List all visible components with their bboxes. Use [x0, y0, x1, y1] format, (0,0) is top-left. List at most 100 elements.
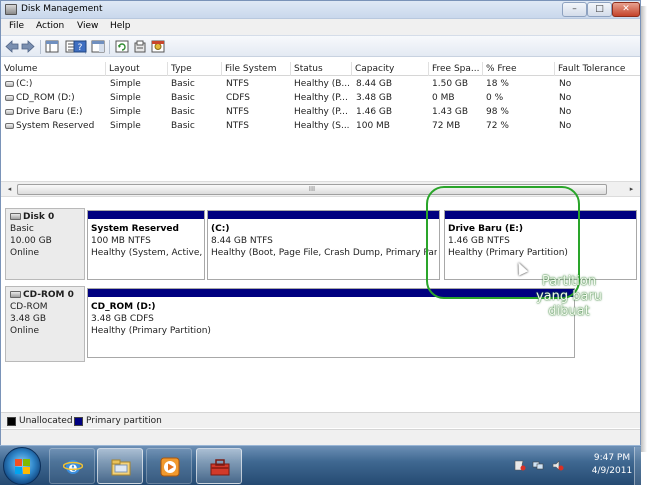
primary-partition-swatch	[74, 417, 83, 426]
column-header-file-system[interactable]: File System	[221, 62, 290, 76]
menu-action[interactable]: Action	[36, 21, 64, 31]
action-center-icon[interactable]	[514, 460, 526, 471]
console-tree-icon[interactable]	[45, 40, 59, 53]
status-cell: Healthy (B...	[294, 79, 350, 89]
type-cell: Basic	[171, 121, 195, 131]
window-title: Disk Management	[21, 4, 103, 14]
partition-info: CD_ROM (D:) 3.48 GB CDFS Healthy (Primar…	[91, 301, 572, 337]
internet-explorer-icon: e	[62, 457, 84, 477]
cd-rom-icon	[10, 291, 21, 298]
volume-cell: CD_ROM (D:)	[5, 91, 75, 105]
system-tray	[510, 452, 580, 480]
type-cell: Basic	[171, 79, 195, 89]
menu-help[interactable]: Help	[110, 21, 131, 31]
media-player-icon	[160, 457, 180, 477]
status-cell: Healthy (P...	[294, 107, 348, 117]
partition-c[interactable]: (C:) 8.44 GB NTFS Healthy (Boot, Page Fi…	[207, 210, 440, 280]
volume-name: (C:)	[16, 79, 33, 89]
partition-status: Healthy (System, Active, P	[91, 248, 202, 258]
scroll-left-arrow[interactable]: ◂	[3, 183, 16, 196]
forward-arrow-icon[interactable]	[21, 40, 35, 53]
column-header-fault-tolerance[interactable]: Fault Tolerance	[554, 62, 640, 76]
volume-cell: Drive Baru (E:)	[5, 105, 83, 119]
cd-drive-icon	[5, 94, 14, 101]
drive-icon	[5, 122, 14, 129]
capacity-cell: 100 MB	[356, 121, 390, 131]
legend-unallocated: Unallocated	[19, 416, 73, 426]
scroll-right-arrow[interactable]: ▸	[625, 183, 638, 196]
table-row[interactable]: (C:) Simple Basic NTFS Healthy (B... 8.4…	[1, 77, 640, 91]
back-arrow-icon[interactable]	[5, 40, 19, 53]
partition-size-fs: 100 MB NTFS	[91, 236, 151, 246]
clock-time: 9:47 PM	[593, 453, 631, 463]
column-header-volume[interactable]: Volume	[1, 62, 105, 76]
free-space-cell: 1.50 GB	[432, 79, 469, 89]
help-icon[interactable]: ?	[73, 40, 87, 53]
unallocated-swatch	[7, 417, 16, 426]
capacity-cell: 8.44 GB	[356, 79, 393, 89]
menu-file[interactable]: File	[9, 21, 24, 31]
minimize-button[interactable]: –	[562, 2, 587, 17]
status-cell: Healthy (P...	[294, 93, 348, 103]
disk-state: Online	[10, 326, 40, 336]
fault-tolerance-cell: No	[559, 79, 572, 89]
partition-name: (C:)	[211, 224, 230, 234]
disk-0-label[interactable]: Disk 0 Basic 10.00 GB Online	[5, 208, 85, 280]
partition-size-fs: 3.48 GB CDFS	[91, 314, 154, 324]
volume-list: Volume Layout Type File System Status Ca…	[1, 58, 640, 181]
disk-management-icon	[5, 4, 17, 15]
taskbar: e 9:47 PM 4/9/2011	[0, 445, 641, 485]
table-row[interactable]: CD_ROM (D:) Simple Basic CDFS Healthy (P…	[1, 91, 640, 105]
taskbar-windows-explorer[interactable]	[97, 448, 143, 484]
show-desktop-button[interactable]	[634, 447, 641, 485]
percent-free-cell: 72 %	[486, 121, 509, 131]
free-space-cell: 1.43 GB	[432, 107, 469, 117]
disk-size: 10.00 GB	[10, 236, 52, 246]
taskbar-media-player[interactable]	[146, 448, 192, 484]
percent-free-cell: 0 %	[486, 93, 504, 103]
toolbar-separator	[109, 40, 110, 54]
annotation-text: Partition yang baru dibuat	[535, 274, 603, 319]
partition-name: System Reserved	[91, 224, 179, 234]
file-system-cell: NTFS	[226, 121, 249, 131]
volume-muted-icon[interactable]	[552, 460, 564, 471]
volume-list-header: Volume Layout Type File System Status Ca…	[1, 62, 640, 76]
export-list-icon[interactable]	[133, 40, 147, 53]
fault-tolerance-cell: No	[559, 93, 572, 103]
refresh-icon[interactable]	[115, 40, 129, 53]
layout-cell: Simple	[110, 79, 141, 89]
column-header-status[interactable]: Status	[290, 62, 351, 76]
network-icon[interactable]	[532, 460, 544, 471]
show-hide-pane-icon[interactable]	[91, 40, 105, 53]
toolbox-icon	[210, 457, 230, 477]
title-bar[interactable]: Disk Management – □ ✕	[1, 1, 640, 19]
column-header-layout[interactable]: Layout	[105, 62, 167, 76]
percent-free-cell: 18 %	[486, 79, 509, 89]
taskbar-clock[interactable]: 9:47 PM 4/9/2011	[585, 452, 639, 478]
volume-cell: (C:)	[5, 77, 32, 91]
free-space-cell: 72 MB	[432, 121, 461, 131]
disk-type: CD-ROM	[10, 302, 48, 312]
windows-logo-icon	[15, 459, 31, 475]
start-button[interactable]	[3, 447, 41, 485]
disk-size: 3.48 GB	[10, 314, 47, 324]
primary-partition-bar	[208, 211, 439, 219]
table-row[interactable]: System Reserved Simple Basic NTFS Health…	[1, 119, 640, 133]
table-row[interactable]: Drive Baru (E:) Simple Basic NTFS Health…	[1, 105, 640, 119]
taskbar-internet-explorer[interactable]: e	[49, 448, 95, 484]
folder-icon	[111, 457, 131, 477]
type-cell: Basic	[171, 107, 195, 117]
column-header-capacity[interactable]: Capacity	[351, 62, 428, 76]
maximize-button[interactable]: □	[587, 2, 612, 17]
column-header-type[interactable]: Type	[167, 62, 221, 76]
disk-properties-icon[interactable]	[151, 40, 165, 53]
taskbar-toolbox[interactable]	[196, 448, 242, 484]
close-button[interactable]: ✕	[612, 2, 640, 17]
capacity-cell: 1.46 GB	[356, 107, 393, 117]
disk-state: Online	[10, 248, 40, 258]
column-header-percent-free[interactable]: % Free	[482, 62, 554, 76]
column-header-free-space[interactable]: Free Spa...	[428, 62, 482, 76]
partition-system-reserved[interactable]: System Reserved 100 MB NTFS Healthy (Sys…	[87, 210, 205, 280]
menu-view[interactable]: View	[77, 21, 98, 31]
cd-rom-0-label[interactable]: CD-ROM 0 CD-ROM 3.48 GB Online	[5, 286, 85, 362]
